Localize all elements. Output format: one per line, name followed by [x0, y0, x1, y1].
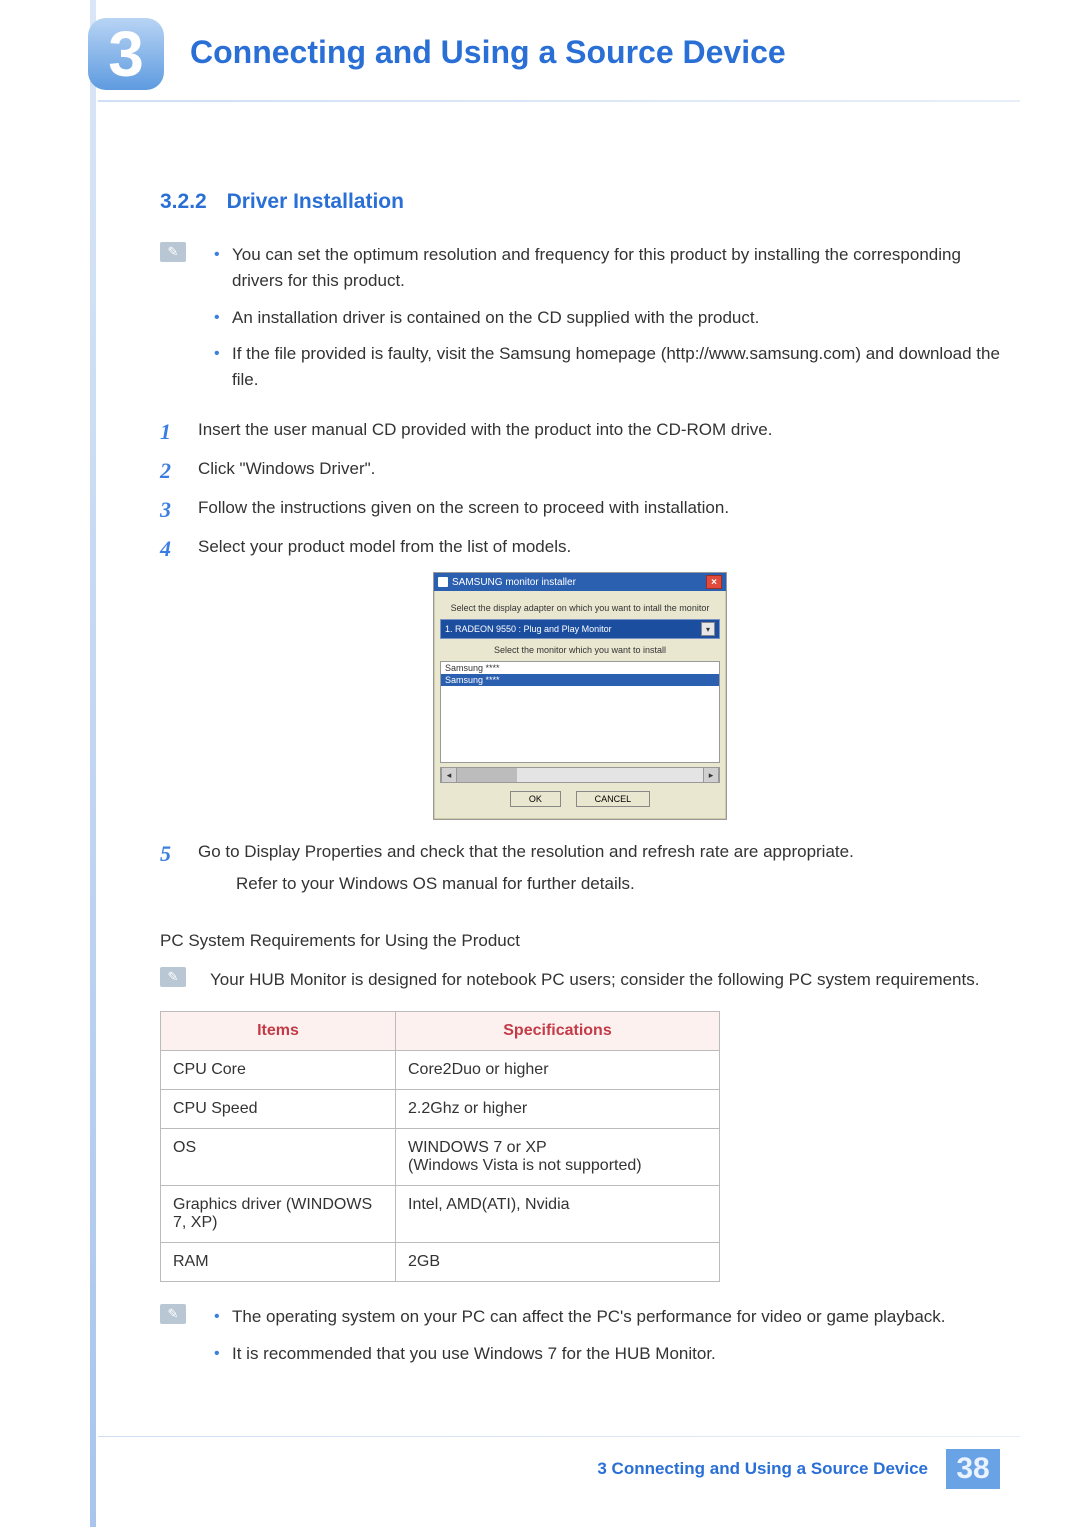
step-item: 5 Go to Display Properties and check tha… [160, 838, 1000, 896]
footer-rule [98, 1436, 1020, 1437]
installer-prompt-1: Select the display adapter on which you … [440, 603, 720, 613]
installer-dialog: SAMSUNG monitor installer × Select the d… [433, 572, 727, 820]
installer-titlebar: SAMSUNG monitor installer × [434, 573, 726, 591]
step-item: 1Insert the user manual CD provided with… [160, 416, 1000, 443]
table-row: OSWINDOWS 7 or XP (Windows Vista is not … [161, 1129, 720, 1186]
horizontal-scrollbar[interactable]: ◂ ▸ [440, 767, 720, 783]
header-rule [98, 100, 1020, 102]
note-icon [160, 967, 186, 987]
footer-chapter-label: 3 Connecting and Using a Source Device [597, 1459, 928, 1479]
table-header-spec: Specifications [396, 1012, 720, 1051]
scroll-thumb[interactable] [457, 768, 517, 782]
step-item: 3Follow the instructions given on the sc… [160, 494, 1000, 521]
note1-item: An installation driver is contained on t… [210, 305, 1000, 331]
note-block-1: You can set the optimum resolution and f… [210, 242, 1000, 394]
step-item: 4Select your product model from the list… [160, 533, 1000, 560]
step-item: 2Click "Windows Driver". [160, 455, 1000, 482]
note2-item: It is recommended that you use Windows 7… [210, 1341, 1000, 1367]
spec-table: Items Specifications CPU CoreCore2Duo or… [160, 1011, 720, 1282]
table-header-items: Items [161, 1012, 396, 1051]
chevron-down-icon[interactable]: ▾ [701, 622, 715, 636]
table-row: CPU Speed2.2Ghz or higher [161, 1090, 720, 1129]
table-row: CPU CoreCore2Duo or higher [161, 1051, 720, 1090]
chapter-number: 3 [108, 22, 144, 86]
cancel-button[interactable]: CANCEL [576, 791, 651, 807]
install-steps: 1Insert the user manual CD provided with… [160, 416, 1000, 561]
installer-logo-icon [438, 577, 448, 587]
chapter-title: Connecting and Using a Source Device [190, 34, 786, 71]
adapter-combo[interactable]: 1. RADEON 9550 : Plug and Play Monitor ▾ [440, 619, 720, 639]
chapter-number-badge: 3 [88, 18, 164, 90]
table-row: Graphics driver (WINDOWS 7, XP)Intel, AM… [161, 1186, 720, 1243]
monitor-listbox[interactable]: Samsung **** Samsung **** [440, 661, 720, 763]
list-item[interactable]: Samsung **** [441, 662, 719, 674]
requirements-note: Your HUB Monitor is designed for noteboo… [210, 967, 1000, 993]
close-icon[interactable]: × [706, 575, 722, 589]
left-accent-bar [90, 0, 96, 1527]
note-icon [160, 1304, 186, 1324]
scroll-right-icon[interactable]: ▸ [703, 768, 719, 782]
section-title: Driver Installation [227, 190, 404, 213]
table-row: RAM2GB [161, 1243, 720, 1282]
installer-title: SAMSUNG monitor installer [452, 577, 576, 588]
install-steps-cont: 5 Go to Display Properties and check tha… [160, 838, 1000, 896]
note1-item: You can set the optimum resolution and f… [210, 242, 1000, 295]
note-icon [160, 242, 186, 262]
note-block-2: The operating system on your PC can affe… [210, 1304, 1000, 1367]
page-number: 38 [946, 1449, 1000, 1489]
adapter-combo-value: 1. RADEON 9550 : Plug and Play Monitor [445, 624, 612, 634]
requirements-heading: PC System Requirements for Using the Pro… [160, 931, 1000, 951]
note-block-req: Your HUB Monitor is designed for noteboo… [210, 967, 1000, 993]
list-item[interactable]: Samsung **** [441, 674, 719, 686]
note1-item: If the file provided is faulty, visit th… [210, 341, 1000, 394]
ok-button[interactable]: OK [510, 791, 561, 807]
step-subtext: Refer to your Windows OS manual for furt… [236, 870, 1000, 897]
note2-item: The operating system on your PC can affe… [210, 1304, 1000, 1330]
section-heading: 3.2.2 Driver Installation [160, 190, 1000, 214]
scroll-left-icon[interactable]: ◂ [441, 768, 457, 782]
section-number: 3.2.2 [160, 190, 207, 213]
page-footer: 3 Connecting and Using a Source Device 3… [597, 1449, 1000, 1489]
installer-prompt-2: Select the monitor which you want to ins… [440, 645, 720, 655]
